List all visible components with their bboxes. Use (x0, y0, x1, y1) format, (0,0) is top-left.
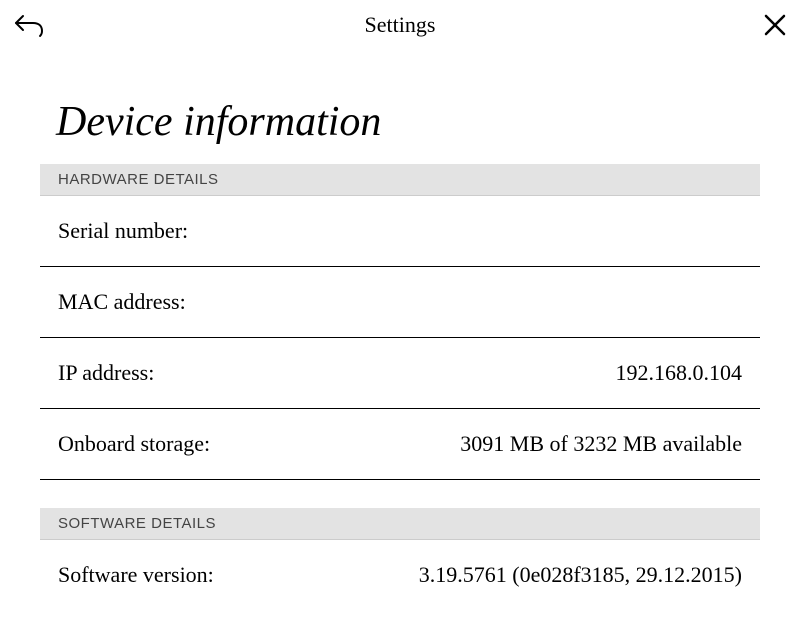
page-title: Device information (40, 98, 760, 146)
back-icon[interactable] (14, 12, 44, 43)
software-version-label: Software version: (58, 562, 214, 588)
software-version-row: Software version: 3.19.5761 (0e028f3185,… (40, 540, 760, 610)
header-bar: Settings (0, 0, 800, 50)
content: Device information HARDWARE DETAILS Seri… (0, 98, 800, 610)
software-version-value: 3.19.5761 (0e028f3185, 29.12.2015) (419, 562, 742, 588)
close-icon[interactable] (764, 14, 786, 41)
storage-row: Onboard storage: 3091 MB of 3232 MB avai… (40, 409, 760, 480)
software-section-header: SOFTWARE DETAILS (40, 508, 760, 540)
serial-number-label: Serial number: (58, 218, 188, 244)
serial-number-row: Serial number: (40, 196, 760, 267)
storage-value: 3091 MB of 3232 MB available (460, 431, 742, 457)
mac-address-row: MAC address: (40, 267, 760, 338)
section-spacer (40, 480, 760, 508)
hardware-section-header: HARDWARE DETAILS (40, 164, 760, 196)
storage-label: Onboard storage: (58, 431, 210, 457)
header-title: Settings (365, 12, 436, 38)
mac-address-label: MAC address: (58, 289, 186, 315)
ip-address-value: 192.168.0.104 (616, 360, 743, 386)
ip-address-label: IP address: (58, 360, 154, 386)
ip-address-row: IP address: 192.168.0.104 (40, 338, 760, 409)
